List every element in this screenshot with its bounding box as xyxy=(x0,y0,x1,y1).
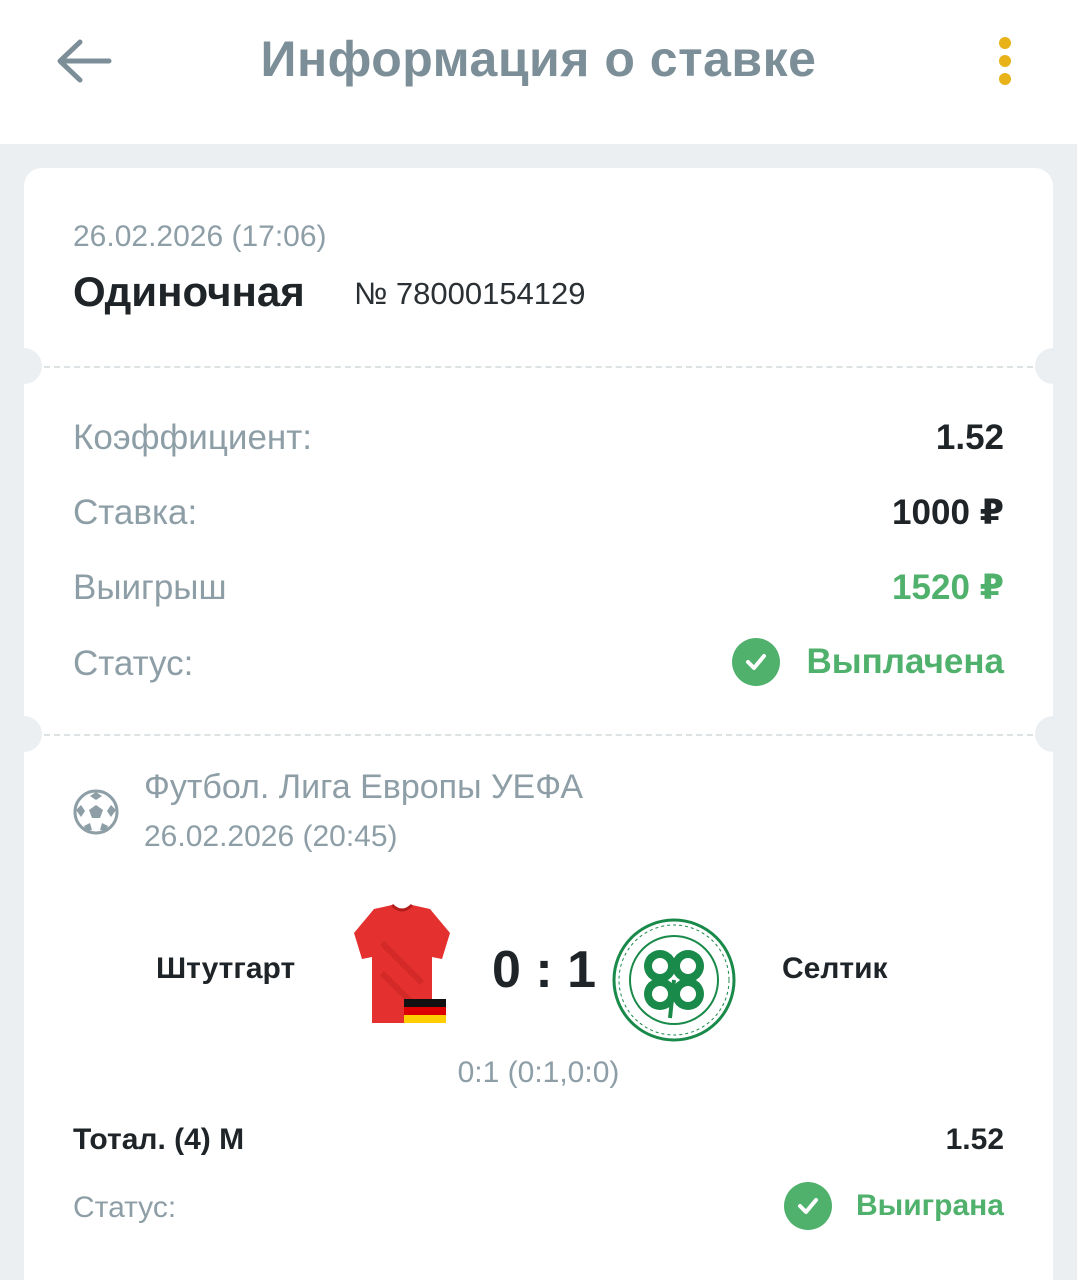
stake-label: Ставка: xyxy=(73,493,198,532)
divider xyxy=(44,366,1033,368)
event-status: Выиграна xyxy=(783,1182,1004,1230)
celtic-crest-icon xyxy=(612,918,736,1042)
bet-datetime: 26.02.2026 (17:06) xyxy=(73,220,327,253)
football-icon xyxy=(73,789,119,835)
market-name: Тотал. (4) М xyxy=(73,1123,245,1156)
bet-details-card: 26.02.2026 (17:06) Одиночная № 780001541… xyxy=(6,168,1071,1280)
ticket-notch xyxy=(6,716,42,752)
divider xyxy=(44,734,1033,736)
away-team-name: Селтик xyxy=(782,952,888,985)
red-jersey-germany-flag-icon xyxy=(354,903,450,1023)
home-team-name: Штутгарт xyxy=(156,952,296,985)
ticket-notch xyxy=(1035,348,1071,384)
ticket-notch xyxy=(6,348,42,384)
ticket-notch xyxy=(1035,716,1071,752)
event-status-value: Выиграна xyxy=(855,1189,1004,1222)
league-name: Футбол. Лига Европы УЕФА xyxy=(144,768,584,806)
payout-label: Выигрыш xyxy=(73,568,227,607)
match-score: 0 : 1 xyxy=(491,941,597,999)
bet-status: Выплачена xyxy=(732,638,1004,686)
app-header: Информация о ставке xyxy=(0,0,1077,144)
bet-type: Одиночная xyxy=(73,268,305,315)
more-vertical-icon xyxy=(999,37,1011,49)
odds-value: 1.52 xyxy=(935,418,1004,457)
period-scores: 0:1 (0:1,0:0) xyxy=(457,1056,620,1089)
bet-status-label: Статус: xyxy=(73,644,194,683)
more-menu-button[interactable] xyxy=(985,30,1025,92)
event-status-label: Статус: xyxy=(73,1191,177,1224)
event-datetime: 26.02.2026 (20:45) xyxy=(144,820,398,853)
odds-label: Коэффициент: xyxy=(73,418,313,457)
bet-number: № 78000154129 xyxy=(354,276,586,311)
check-circle-icon xyxy=(783,1182,832,1230)
page-title: Информация о ставке xyxy=(260,31,817,87)
market-odds: 1.52 xyxy=(945,1123,1004,1156)
payout-value: 1520 ₽ xyxy=(892,568,1004,607)
bet-status-value: Выплачена xyxy=(806,642,1004,681)
stake-value: 1000 ₽ xyxy=(892,493,1004,532)
check-circle-icon xyxy=(732,638,781,686)
